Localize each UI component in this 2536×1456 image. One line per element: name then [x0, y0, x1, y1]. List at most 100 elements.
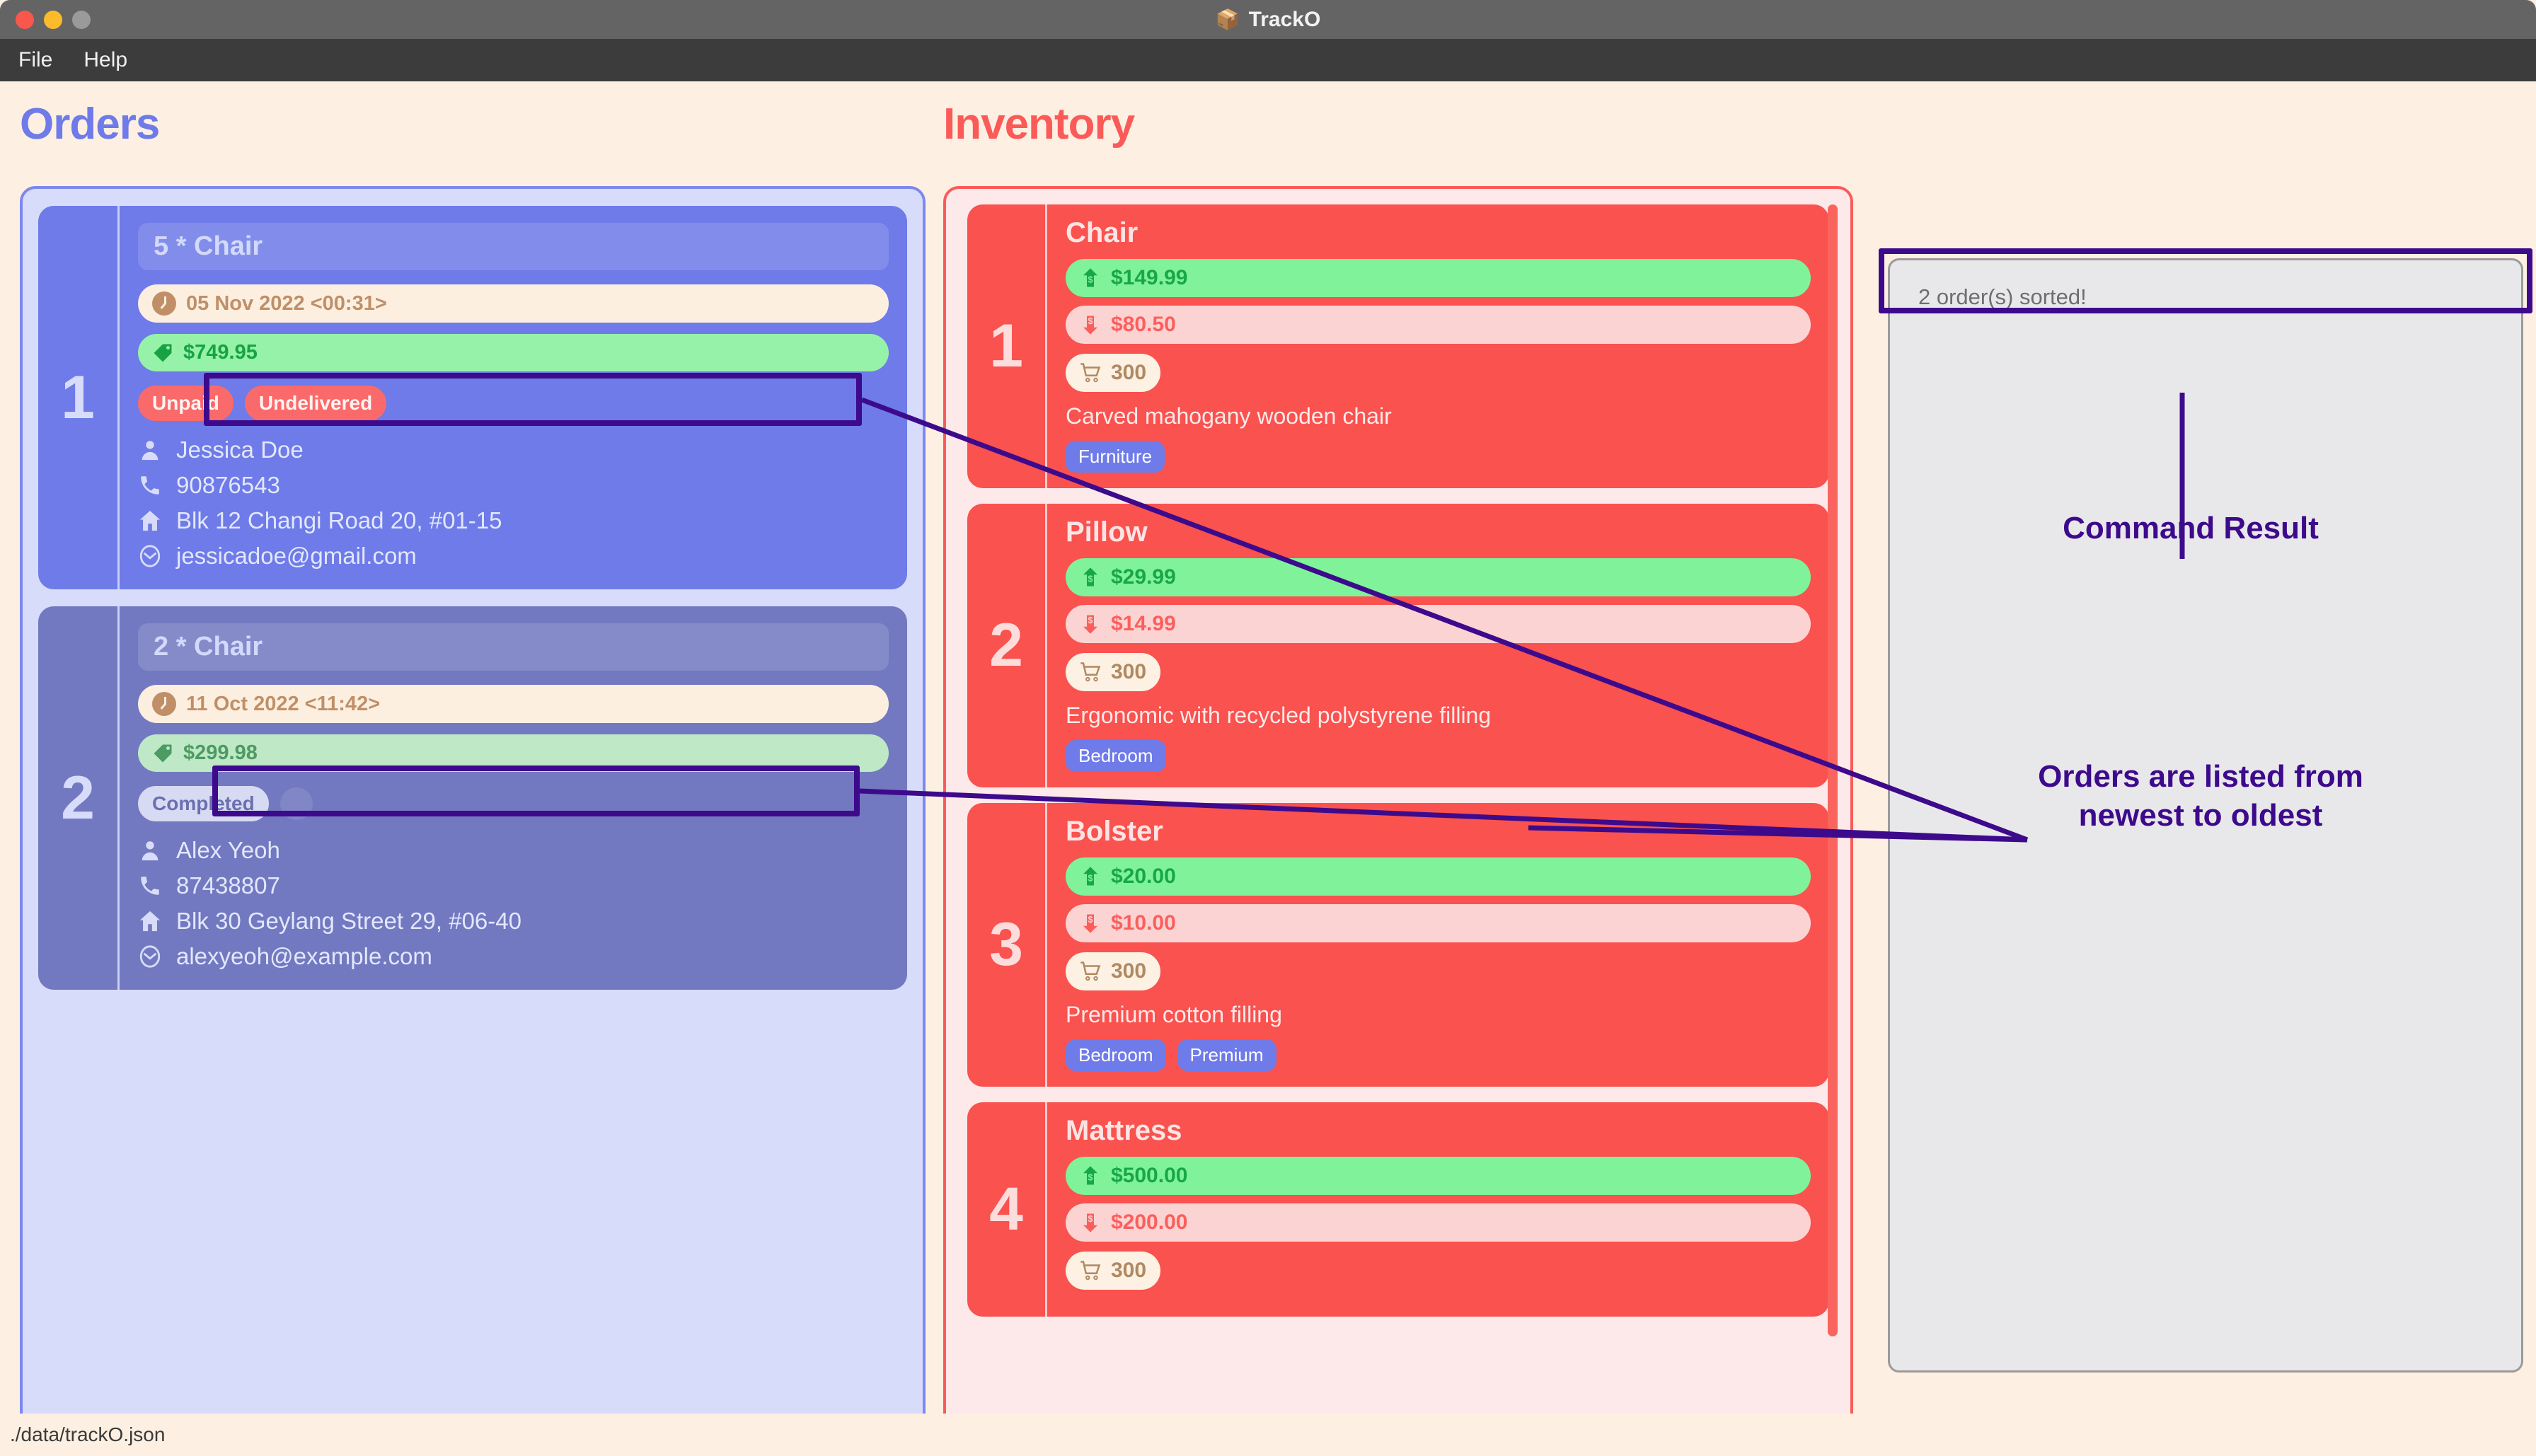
category-tag: Furniture	[1066, 441, 1165, 473]
home-icon	[139, 510, 161, 531]
menu-item-file[interactable]: File	[18, 48, 52, 72]
svg-text:$: $	[1088, 1172, 1093, 1182]
inventory-details: Pillow $ $29.99 $ $14.99 300 Ergonomic w…	[1045, 504, 1829, 787]
svg-text:$: $	[1088, 915, 1093, 925]
order-card[interactable]: 2 2 * Chair 11 Oct 2022 <11:42> $299.98 …	[38, 606, 907, 990]
annotation-label-sort-order: Orders are listed from newest to oldest	[2038, 759, 2363, 833]
cart-icon	[1080, 662, 1101, 682]
order-phone: 87438807	[176, 872, 280, 899]
window-title: TrackO	[1248, 7, 1321, 31]
inventory-tag-row: Bedroom Premium	[1066, 1039, 1811, 1071]
order-index: 2	[61, 763, 95, 832]
order-customer-name-row: Jessica Doe	[138, 437, 889, 463]
price-down-icon: $	[1083, 316, 1097, 335]
person-icon	[142, 841, 158, 861]
order-status-row: Unpaid Undelivered	[138, 386, 889, 421]
menu-item-help[interactable]: Help	[83, 48, 127, 72]
order-email-row: alexyeoh@example.com	[138, 943, 889, 970]
order-date-pill: 05 Nov 2022 <00:31>	[138, 284, 889, 323]
package-icon: 📦	[1215, 8, 1240, 30]
order-email-row: jessicadoe@gmail.com	[138, 543, 889, 570]
cost-price-pill: $ $200.00	[1066, 1203, 1811, 1242]
quantity-text: 300	[1111, 361, 1147, 384]
price-up-icon: $	[1083, 268, 1097, 287]
order-card[interactable]: 1 5 * Chair 05 Nov 2022 <00:31> $749.95 …	[38, 206, 907, 589]
order-phone-row: 87438807	[138, 872, 889, 899]
clock-icon	[152, 692, 176, 716]
category-tag: Bedroom	[1066, 740, 1166, 772]
order-customer-name: Alex Yeoh	[176, 837, 280, 863]
inventory-card[interactable]: 2 Pillow $ $29.99 $ $14.99 300 Ergonomic…	[967, 504, 1829, 787]
inventory-index: 3	[989, 911, 1023, 978]
category-tag: Premium	[1177, 1039, 1276, 1071]
sell-price-text: $500.00	[1111, 1164, 1188, 1187]
order-customer-name-row: Alex Yeoh	[138, 837, 889, 864]
order-price-text: $299.98	[183, 741, 258, 764]
clock-icon	[152, 291, 176, 316]
status-placeholder-circle	[279, 787, 313, 820]
quantity-pill: 300	[1066, 354, 1161, 392]
window-title-group: 📦 TrackO	[0, 0, 2536, 39]
svg-text:$: $	[1088, 873, 1093, 883]
order-title: 5 * Chair	[138, 223, 889, 270]
inventory-card[interactable]: 1 Chair $ $149.99 $ $80.50 300 Carved ma…	[967, 204, 1829, 488]
minimize-window-button[interactable]	[44, 10, 62, 29]
status-bar: ./data/trackO.json	[0, 1414, 2536, 1456]
order-price-pill: $749.95	[138, 334, 889, 371]
inventory-index: 4	[989, 1175, 1023, 1243]
status-badge: Completed	[138, 786, 269, 821]
order-customer-name: Jessica Doe	[176, 437, 304, 463]
inventory-scrollbar[interactable]	[1828, 204, 1838, 1336]
order-email: jessicadoe@gmail.com	[176, 543, 417, 569]
inventory-index: 1	[989, 312, 1023, 380]
order-email: alexyeoh@example.com	[176, 943, 432, 969]
svg-text:$: $	[1088, 574, 1093, 584]
cost-price-text: $14.99	[1111, 612, 1176, 635]
order-phone: 90876543	[176, 472, 280, 498]
quantity-pill: 300	[1066, 952, 1161, 990]
cart-icon	[1080, 363, 1101, 383]
quantity-pill: 300	[1066, 1252, 1161, 1290]
price-tag-icon	[154, 744, 172, 762]
inventory-list-panel[interactable]: 1 Chair $ $149.99 $ $80.50 300 Carved ma…	[943, 186, 1853, 1456]
order-title: 2 * Chair	[138, 623, 889, 671]
price-tag-icon	[154, 344, 172, 362]
price-up-icon: $	[1083, 1166, 1097, 1185]
inventory-details: Mattress $ $500.00 $ $200.00 300	[1045, 1102, 1829, 1317]
order-date-pill: 11 Oct 2022 <11:42>	[138, 685, 889, 723]
order-address: Blk 12 Changi Road 20, #01-15	[176, 507, 502, 533]
inventory-card[interactable]: 3 Bolster $ $20.00 $ $10.00 300 Premium …	[967, 803, 1829, 1087]
order-address-row: Blk 30 Geylang Street 29, #06-40	[138, 908, 889, 935]
order-details: 5 * Chair 05 Nov 2022 <00:31> $749.95 Un…	[117, 206, 907, 589]
price-up-icon: $	[1083, 567, 1097, 587]
quantity-text: 300	[1111, 1259, 1147, 1282]
inventory-description: Ergonomic with recycled polystyrene fill…	[1066, 703, 1492, 728]
cost-price-text: $10.00	[1111, 911, 1176, 935]
close-window-button[interactable]	[16, 10, 34, 29]
inventory-item-name: Pillow	[1066, 516, 1148, 548]
order-details: 2 * Chair 11 Oct 2022 <11:42> $299.98 Co…	[117, 606, 907, 990]
inventory-description: Carved mahogany wooden chair	[1066, 403, 1392, 429]
cost-price-pill: $ $10.00	[1066, 904, 1811, 942]
order-status-row: Completed	[138, 786, 889, 821]
menu-bar: File Help	[0, 39, 2536, 81]
inventory-card[interactable]: 4 Mattress $ $500.00 $ $200.00 300	[967, 1102, 1829, 1317]
order-address: Blk 30 Geylang Street 29, #06-40	[176, 908, 521, 934]
status-bar-path: ./data/trackO.json	[10, 1423, 166, 1445]
sell-price-text: $149.99	[1111, 266, 1188, 289]
sell-price-pill: $ $149.99	[1066, 259, 1811, 297]
inventory-item-name: Chair	[1066, 217, 1139, 248]
sell-price-text: $20.00	[1111, 865, 1176, 888]
order-price-text: $749.95	[183, 341, 258, 364]
order-index: 1	[61, 363, 95, 432]
main-content: Orders Inventory 1 5 * Chair 05 Nov 2022…	[0, 81, 2536, 1456]
orders-list-panel[interactable]: 1 5 * Chair 05 Nov 2022 <00:31> $749.95 …	[20, 186, 926, 1456]
inventory-index: 2	[989, 611, 1023, 679]
home-icon	[139, 911, 161, 932]
inventory-description: Premium cotton filling	[1066, 1002, 1282, 1027]
inventory-details: Bolster $ $20.00 $ $10.00 300 Premium co…	[1045, 803, 1829, 1087]
cost-price-text: $80.50	[1111, 313, 1176, 336]
maximize-window-button[interactable]	[72, 10, 91, 29]
inventory-item-name: Bolster	[1066, 816, 1163, 847]
cart-icon	[1080, 1261, 1101, 1281]
